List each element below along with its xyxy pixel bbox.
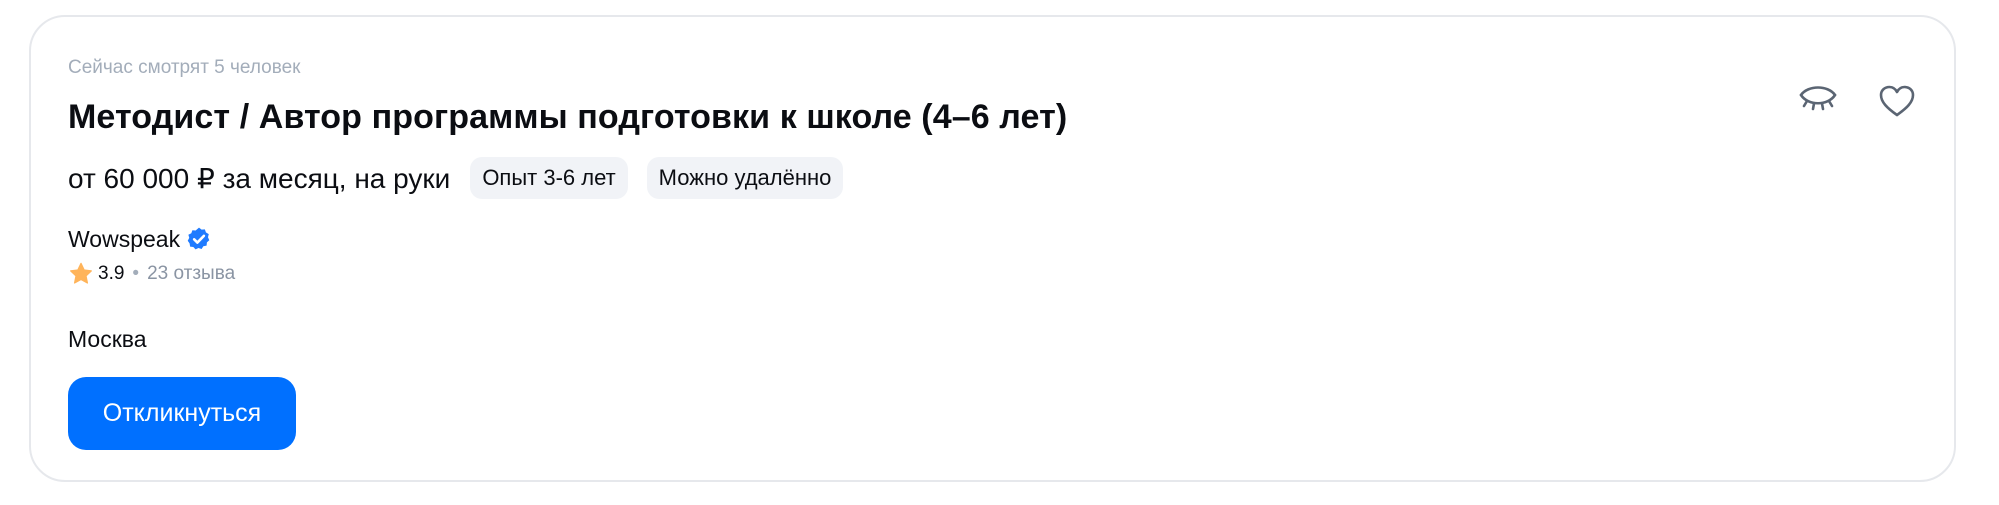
star-icon: [68, 261, 94, 287]
vacancy-title[interactable]: Методист / Автор программы подготовки к …: [68, 98, 1067, 137]
hide-vacancy-button[interactable]: [1792, 75, 1844, 127]
eye-closed-icon: [1798, 86, 1838, 116]
salary-row: от 60 000 ₽ за месяц, на руки Опыт 3-6 л…: [68, 157, 862, 199]
apply-button[interactable]: Откликнуться: [68, 377, 296, 450]
heart-icon: [1878, 84, 1916, 118]
company-name[interactable]: Wowspeak: [68, 226, 180, 253]
tag-remote: Можно удалённо: [646, 157, 844, 199]
tag-experience: Опыт 3-6 лет: [470, 157, 628, 199]
city: Москва: [68, 326, 147, 352]
rating-row[interactable]: 3.9 • 23 отзыва: [68, 260, 235, 288]
favorite-button[interactable]: [1871, 75, 1923, 127]
company-row: Wowspeak: [68, 224, 212, 254]
vacancy-card[interactable]: Сейчас смотрят 5 человек Методист / Авто…: [29, 15, 1956, 482]
rating-value: 3.9: [98, 263, 125, 284]
verified-badge-icon: [186, 226, 212, 252]
rating-separator: •: [132, 263, 140, 284]
viewers-count: Сейчас смотрят 5 человек: [68, 57, 301, 78]
salary: от 60 000 ₽ за месяц, на руки: [68, 162, 451, 194]
page: Сейчас смотрят 5 человек Методист / Авто…: [0, 0, 1999, 505]
reviews-count[interactable]: 23 отзыва: [147, 263, 235, 285]
